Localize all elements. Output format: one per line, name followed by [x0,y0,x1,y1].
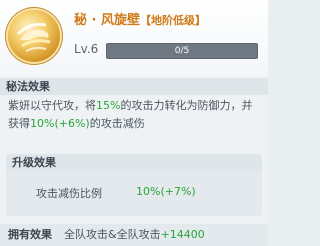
desc-text: 的攻击力转化为防御力，并 [120,99,253,112]
skill-title: 秘 · 风旋壁【地阶低级】 [74,9,206,28]
skill-detail-panel: 秘 · 风旋壁【地阶低级】 Lv.6 0/5 秘法效果 紫妍以守代攻，将15%的… [0,0,268,246]
description-line-1: 紫妍以守代攻，将15%的攻击力转化为防御力，并 [8,97,264,115]
owned-effect-label: 全队攻击&全队攻击 [64,228,161,241]
upgrade-stat-value: 10%(+7%) [136,185,196,198]
desc-text: 获得 [8,117,30,130]
upgrade-stat-label: 攻击减伤比例 [36,187,102,200]
owned-effect-text: 全队攻击&全队攻击+14400 [64,224,205,246]
secret-effect-description: 紫妍以守代攻，将15%的攻击力转化为防御力，并 获得10%(+6%)的攻击减伤 [8,97,264,133]
exp-progress-text: 0/5 [174,46,190,56]
desc-text: 的攻击减伤 [89,117,145,130]
owned-effect-row: 拥有效果 全队攻击&全队攻击+14400 [0,224,268,246]
wind-vortex-icon [8,10,60,62]
upgrade-effect-box: 升级效果 攻击减伤比例 10%(+7%) [6,154,262,216]
skill-name: 秘 · 风旋壁 [74,13,140,28]
desc-highlight: 10%(+6%) [30,117,90,130]
upgrade-effect-heading: 升级效果 [6,154,262,171]
skill-tier: 【地阶低级】 [140,14,206,27]
desc-text: 紫妍以守代攻，将 [8,99,96,112]
owned-effect-heading: 拥有效果 [8,228,52,241]
description-line-2: 获得10%(+6%)的攻击减伤 [8,115,264,133]
owned-effect-value: +14400 [160,228,205,241]
secret-effect-heading: 秘法效果 [0,78,268,95]
skill-header: 秘 · 风旋壁【地阶低级】 Lv.6 0/5 [0,0,268,76]
exp-progress-bar: 0/5 [106,43,258,59]
desc-highlight: 15% [96,99,121,112]
upgrade-stat-row: 攻击减伤比例 10%(+7%) [6,180,262,200]
skill-level: Lv.6 [74,42,99,56]
